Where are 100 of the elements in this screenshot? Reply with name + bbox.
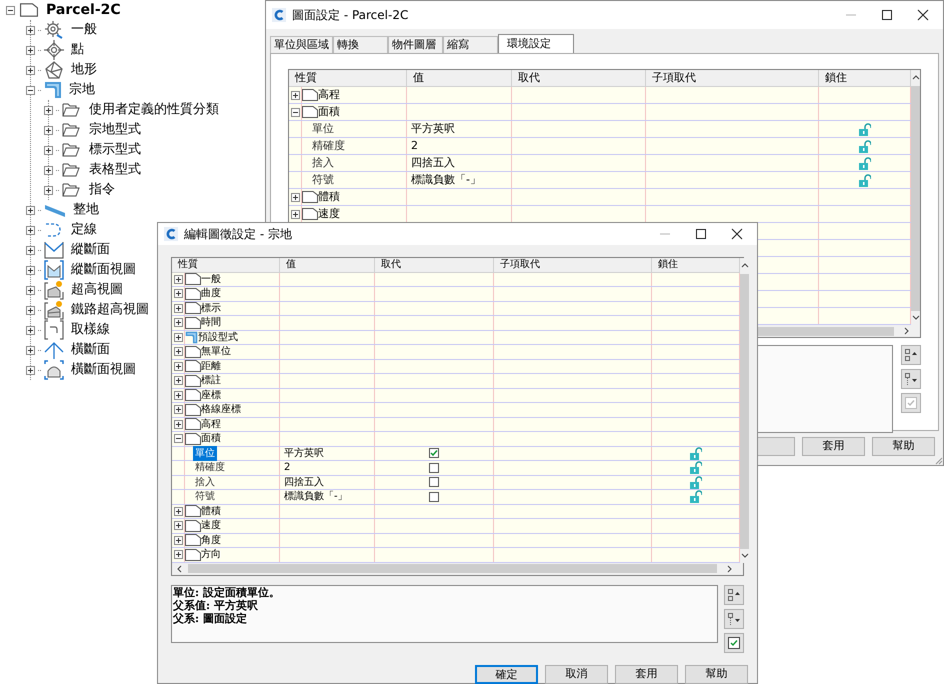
category-name[interactable]: 速度 <box>201 518 221 534</box>
property-row[interactable]: 面積 <box>289 104 911 121</box>
tree-item[interactable]: 鐵路超高視圖 <box>71 300 149 320</box>
expand-icon[interactable] <box>174 521 182 530</box>
property-row[interactable]: 高程 <box>289 87 911 104</box>
expand-icon[interactable] <box>26 346 35 354</box>
tree-item[interactable]: 整地 <box>73 200 99 220</box>
override-checkbox[interactable] <box>429 448 439 458</box>
dialog-button[interactable]: 取消 <box>545 665 608 684</box>
category-name[interactable]: 一般 <box>201 272 221 287</box>
tab[interactable]: 轉換 <box>333 36 388 53</box>
expand-icon[interactable] <box>26 326 35 334</box>
property-row[interactable]: 格線座標 <box>172 403 740 418</box>
property-row[interactable]: 高程 <box>172 418 740 432</box>
override-checkbox[interactable] <box>429 462 439 473</box>
property-row[interactable]: 面積 <box>172 432 740 446</box>
check-button[interactable] <box>724 633 744 653</box>
category-name[interactable]: 距離 <box>201 358 221 374</box>
maximize-icon[interactable] <box>695 228 707 240</box>
property-row[interactable]: 速度 <box>172 519 740 534</box>
expand-icon[interactable] <box>174 376 182 386</box>
category-name[interactable]: 角度 <box>201 532 221 548</box>
tree-item[interactable]: 點 <box>71 40 84 60</box>
expand-icon[interactable] <box>44 186 53 194</box>
expand-icon[interactable] <box>174 304 182 313</box>
check-button[interactable] <box>901 393 921 413</box>
property-value[interactable]: 2 <box>411 138 418 154</box>
category-name[interactable]: 高程 <box>201 416 221 432</box>
expand-icon[interactable] <box>26 226 35 234</box>
tab[interactable]: 縮寫 <box>443 36 498 53</box>
column-header[interactable]: 取代 <box>512 70 646 86</box>
dialog-button[interactable]: 套用 <box>615 665 678 684</box>
dialog-button[interactable]: 幫助 <box>872 437 935 456</box>
expand-icon[interactable] <box>26 246 35 254</box>
property-value[interactable]: 平方英呎 <box>411 120 455 138</box>
category-name[interactable]: 預設型式 <box>198 330 238 345</box>
expand-icon[interactable] <box>174 506 182 516</box>
category-name[interactable]: 曲度 <box>201 286 221 302</box>
property-row[interactable]: 距離 <box>172 360 740 374</box>
collapse-icon[interactable] <box>290 108 300 116</box>
column-header[interactable]: 性質 <box>289 70 407 86</box>
property-row[interactable]: 預設型式 <box>172 330 740 345</box>
category-name[interactable]: 格線座標 <box>201 402 241 418</box>
property-row[interactable]: 速度 <box>289 206 911 223</box>
property-row[interactable]: 體積 <box>289 189 911 206</box>
unlock-icon[interactable] <box>858 174 870 186</box>
expand-icon[interactable] <box>290 210 300 218</box>
property-row[interactable]: 精確度 2 <box>289 138 911 155</box>
property-row[interactable]: 單位 平方英呎 <box>172 446 740 461</box>
column-header[interactable]: 值 <box>407 70 512 86</box>
property-value[interactable]: 標識負數「-」 <box>284 489 348 504</box>
expand-icon[interactable] <box>26 366 35 374</box>
expand-icon[interactable] <box>26 286 35 294</box>
tree-item[interactable]: 宗地型式 <box>89 120 141 140</box>
dialog-button[interactable]: 套用 <box>802 437 865 456</box>
collapse-icon[interactable] <box>6 6 15 14</box>
expand-icon[interactable] <box>174 390 182 400</box>
expand-icon[interactable] <box>174 362 182 371</box>
expand-icon[interactable] <box>290 192 300 202</box>
property-row[interactable]: 單位 平方英呎 <box>289 121 911 138</box>
expand-icon[interactable] <box>44 106 53 114</box>
tree-item[interactable]: 縱斷面視圖 <box>71 260 136 280</box>
tab[interactable]: 單位與區域 <box>270 36 333 53</box>
close-icon[interactable] <box>731 228 743 240</box>
property-row[interactable]: 曲度 <box>172 287 740 302</box>
override-checkbox[interactable] <box>429 477 439 488</box>
category-name[interactable]: 體積 <box>318 188 340 206</box>
property-row[interactable]: 座標 <box>172 388 740 403</box>
tree-item[interactable]: 超高視圖 <box>71 280 123 300</box>
resize-grip-icon[interactable] <box>933 455 943 465</box>
unlock-icon[interactable] <box>858 156 870 170</box>
expand-icon[interactable] <box>26 306 35 314</box>
tree-item[interactable]: 表格型式 <box>89 160 141 180</box>
category-name[interactable]: 速度 <box>318 206 340 222</box>
expand-icon[interactable] <box>26 206 35 214</box>
property-name[interactable]: 精確度 <box>193 460 227 476</box>
column-header[interactable]: 性質 <box>172 258 280 272</box>
tree-item[interactable]: 標示型式 <box>89 140 141 160</box>
category-name[interactable]: 座標 <box>201 388 221 403</box>
category-name[interactable]: 標註 <box>201 373 221 388</box>
collapse-icon[interactable] <box>26 86 35 94</box>
column-header[interactable]: 子項取代 <box>646 70 819 86</box>
property-name[interactable]: 捨入 <box>193 474 217 490</box>
property-row[interactable]: 標註 <box>172 374 740 388</box>
override-checkbox[interactable] <box>429 492 439 502</box>
category-name[interactable]: 標示 <box>201 300 221 316</box>
close-icon[interactable] <box>917 9 929 21</box>
unlock-icon[interactable] <box>690 476 702 489</box>
category-name[interactable]: 體積 <box>201 504 221 519</box>
column-header[interactable]: 子項取代 <box>494 258 652 272</box>
column-header[interactable]: 取代 <box>375 258 494 272</box>
column-header[interactable]: 值 <box>280 258 375 272</box>
property-row[interactable]: 精確度 2 <box>172 461 740 476</box>
expand-icon[interactable] <box>290 90 300 100</box>
tree-item[interactable]: 縱斷面 <box>71 240 110 260</box>
property-row[interactable]: 符號 標識負數「-」 <box>172 490 740 504</box>
category-name[interactable]: 時間 <box>201 315 221 330</box>
property-value[interactable]: 四捨五入 <box>284 474 324 490</box>
property-row[interactable]: 捨入 四捨五入 <box>289 155 911 172</box>
dialog-button[interactable]: 幫助 <box>685 665 748 684</box>
